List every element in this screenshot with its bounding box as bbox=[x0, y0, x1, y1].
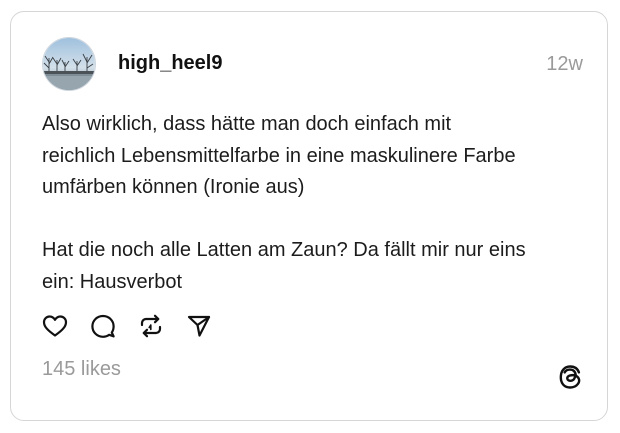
threads-logo-icon[interactable] bbox=[557, 364, 583, 390]
comment-button[interactable] bbox=[90, 313, 116, 339]
avatar[interactable] bbox=[42, 37, 96, 91]
speech-bubble-icon bbox=[91, 314, 115, 338]
repost-arrows-icon bbox=[140, 314, 162, 338]
like-button[interactable] bbox=[42, 313, 68, 339]
share-button[interactable] bbox=[186, 313, 212, 339]
post-paragraph: Also wirklich, dass hätte man doch einfa… bbox=[42, 113, 516, 198]
paper-plane-icon bbox=[187, 315, 211, 337]
avatar-photo bbox=[43, 38, 95, 90]
post-paragraph: Hat die noch alle Latten am Zaun? Da fäl… bbox=[42, 239, 526, 293]
post-body: Also wirklich, dass hätte man doch einfa… bbox=[42, 109, 602, 298]
timestamp: 12w bbox=[546, 53, 583, 75]
action-bar bbox=[42, 313, 234, 339]
repost-button[interactable] bbox=[138, 313, 164, 339]
post-card: high_heel9 12w Also wirklich, dass hätte… bbox=[10, 11, 608, 421]
heart-icon bbox=[42, 315, 68, 337]
username[interactable]: high_heel9 bbox=[118, 52, 222, 74]
likes-count[interactable]: 145 likes bbox=[42, 358, 121, 380]
threads-logo-icon bbox=[559, 365, 581, 389]
